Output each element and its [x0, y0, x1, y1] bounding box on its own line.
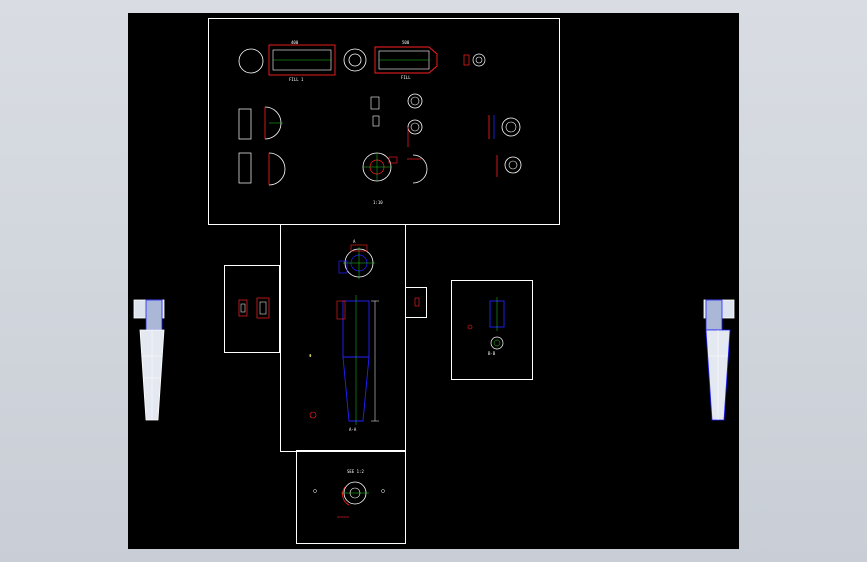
section-b-label: B-B — [488, 351, 496, 356]
phi-label: Φ — [309, 353, 312, 358]
fill-left-label: FILL 1 — [289, 77, 304, 82]
sheet-main-drawing: A A-A Φ — [309, 239, 379, 432]
sheet-right-middle-drawing: B-B — [467, 297, 505, 356]
drawing-canvas[interactable]: FILL 1 400 FILL 500 1:10 A A-A Φ B-B SEE… — [128, 13, 739, 549]
dim-right-label: 500 — [402, 40, 410, 45]
section-a-label: A-A — [349, 427, 357, 432]
model-left[interactable] — [132, 298, 172, 428]
sheet-detail-small-drawing — [414, 297, 420, 307]
blow-up-label: SEE 1:2 — [347, 469, 364, 474]
sheet-main[interactable]: A A-A Φ — [280, 224, 406, 452]
sheet-detail-small[interactable] — [405, 287, 427, 318]
model-right[interactable] — [698, 298, 738, 428]
sheet-top-drawing: FILL 1 400 FILL 500 1:10 — [238, 40, 522, 205]
top-view-label: A — [353, 239, 356, 244]
sheet-right-middle[interactable]: B-B — [451, 280, 533, 380]
dim-left-label: 400 — [291, 40, 299, 45]
sheet-left-middle-drawing — [238, 297, 270, 319]
sheet-top[interactable]: FILL 1 400 FILL 500 1:10 — [208, 18, 560, 225]
sheet-bottom[interactable]: SEE 1:2 — [296, 450, 406, 544]
sheet-left-middle[interactable] — [224, 265, 280, 353]
scale-label: 1:10 — [373, 200, 383, 205]
fill-right-label: FILL — [401, 75, 411, 80]
sheet-bottom-drawing: SEE 1:2 — [313, 469, 385, 518]
